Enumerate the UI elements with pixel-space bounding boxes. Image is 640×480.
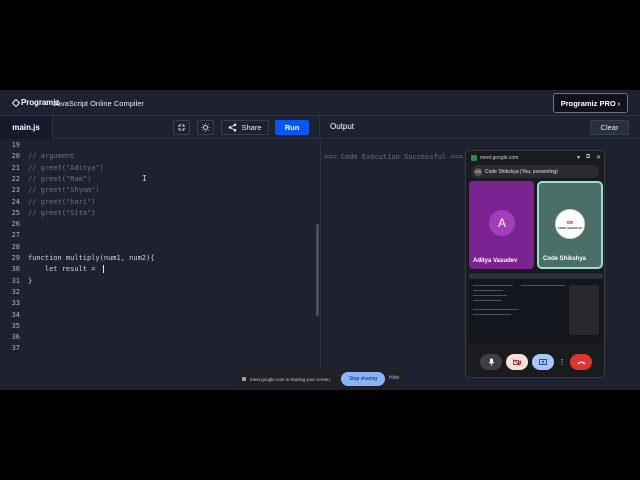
participant-name: Code Shikshya xyxy=(543,256,587,262)
line-number: 21 xyxy=(11,163,20,172)
mouse-cursor-icon: I xyxy=(142,174,147,183)
code-line[interactable]: function multiply(num1, num2){ xyxy=(28,254,154,262)
line-number: 24 xyxy=(11,197,20,206)
header-bar: Programiz JavaScript Online Compiler Pro… xyxy=(0,90,640,116)
close-icon[interactable]: ✕ xyxy=(596,154,601,161)
code-line[interactable]: // argument xyxy=(28,152,74,160)
code-line[interactable]: // greet("Sita") xyxy=(28,209,95,217)
hang-up-icon xyxy=(577,361,585,364)
run-button[interactable]: Run xyxy=(275,120,309,135)
meet-favicon-icon xyxy=(471,155,477,161)
shared-screen-preview xyxy=(469,273,603,343)
microphone-button[interactable] xyxy=(480,354,502,370)
sharing-message: meet.google.com is sharing your screen. xyxy=(250,376,332,382)
line-number: 28 xyxy=(11,242,20,251)
preview-line xyxy=(473,309,518,310)
clear-button[interactable]: Clear xyxy=(590,120,629,135)
expand-icon[interactable]: ⧉ xyxy=(586,154,590,161)
participant-tile[interactable]: A Aditya Vasudev xyxy=(469,181,534,269)
line-number: 26 xyxy=(11,220,20,229)
line-number: 20 xyxy=(11,152,20,161)
app-window: Programiz JavaScript Online Compiler Pro… xyxy=(0,90,640,390)
line-number: 29 xyxy=(11,254,20,262)
line-number: 23 xyxy=(11,186,20,195)
preview-line xyxy=(521,285,565,286)
hide-button[interactable]: Hide xyxy=(389,375,399,381)
line-number: 36 xyxy=(11,333,20,342)
code-editor[interactable]: 19 20 // argument 21 // greet("Aditya") 22 // … xyxy=(0,140,319,390)
share-button[interactable]: Share xyxy=(221,120,269,135)
logo-text: CODE SHIKSHYA xyxy=(557,226,583,230)
line-number: 30 xyxy=(11,265,20,274)
line-number: 25 xyxy=(11,208,20,217)
programiz-logo-icon xyxy=(13,99,20,106)
line-number: 19 xyxy=(11,141,20,149)
stop-sharing-button[interactable]: Stop sharing xyxy=(341,372,385,386)
presenting-indicator: CS Code Shikshya (You, presenting) xyxy=(471,165,599,178)
editor-scrollbar[interactable] xyxy=(316,224,319,316)
infinity-icon: ∞ xyxy=(566,217,574,227)
meet-url: meet.google.com xyxy=(480,155,519,161)
code-line[interactable]: // greet("Ram") xyxy=(28,175,91,183)
presenter-avatar: CS xyxy=(474,167,482,176)
sun-icon xyxy=(201,123,210,132)
preview-pip xyxy=(569,285,599,335)
avatar: A xyxy=(489,210,515,236)
camera-off-button[interactable] xyxy=(506,354,528,370)
code-line[interactable]: // greet("Shyam") xyxy=(28,186,100,194)
programiz-pro-button[interactable]: Programiz PRO › xyxy=(553,93,628,113)
toolbar: main.js Share Run Output Clear xyxy=(0,116,640,139)
line-number: 27 xyxy=(11,231,20,240)
preview-line xyxy=(473,314,511,315)
preview-toolbar xyxy=(469,273,603,279)
line-number: 37 xyxy=(11,344,20,353)
code-line[interactable]: let result = xyxy=(28,265,100,273)
line-number: 33 xyxy=(11,299,20,308)
line-number: 34 xyxy=(11,310,20,319)
camera-off-icon xyxy=(513,358,521,366)
sharing-icon xyxy=(242,377,246,381)
share-icon xyxy=(229,123,237,132)
call-controls: ⋮ xyxy=(466,347,604,377)
preview-line xyxy=(473,295,507,296)
fullscreen-button[interactable] xyxy=(173,120,190,135)
leave-call-button[interactable] xyxy=(570,354,592,370)
pane-divider[interactable] xyxy=(319,116,320,139)
code-line[interactable]: // greet("hari") xyxy=(28,198,95,206)
present-button[interactable] xyxy=(532,354,554,370)
line-number: 31 xyxy=(11,276,20,285)
text-caret xyxy=(103,265,104,273)
participant-name: Aditya Vasudev xyxy=(473,258,518,264)
share-label: Share xyxy=(241,123,262,132)
output-title: Output xyxy=(330,122,355,131)
more-options-icon[interactable]: ⋮ xyxy=(558,354,566,370)
preview-line xyxy=(473,300,501,301)
collapse-icon xyxy=(178,124,185,131)
line-number: 22 xyxy=(11,174,20,183)
presenting-label: Code Shikshya (You, presenting) xyxy=(485,168,558,175)
participant-tile-self[interactable]: ∞ CODE SHIKSHYA Code Shikshya xyxy=(537,181,603,269)
pin-icon[interactable]: ▾ xyxy=(577,154,580,161)
preview-line xyxy=(473,285,513,286)
theme-toggle-button[interactable] xyxy=(197,120,214,135)
preview-line xyxy=(473,290,503,291)
screen-sharing-bar: meet.google.com is sharing your screen. … xyxy=(237,370,405,388)
code-line[interactable]: } xyxy=(28,277,32,285)
output-text: === Code Execution Successful === xyxy=(324,153,464,161)
line-number: 32 xyxy=(11,287,20,296)
page-title: JavaScript Online Compiler xyxy=(53,99,144,108)
line-number: 35 xyxy=(11,321,20,330)
code-line[interactable]: // greet("Aditya") xyxy=(28,164,104,172)
meet-picture-in-picture[interactable]: meet.google.com ▾ ⧉ ✕ CS Code Shikshya (… xyxy=(465,150,605,378)
present-screen-icon xyxy=(539,358,547,365)
microphone-icon xyxy=(488,358,494,366)
code-shikshya-logo: ∞ CODE SHIKSHYA xyxy=(555,209,585,239)
tab-main-js[interactable]: main.js xyxy=(0,116,53,139)
